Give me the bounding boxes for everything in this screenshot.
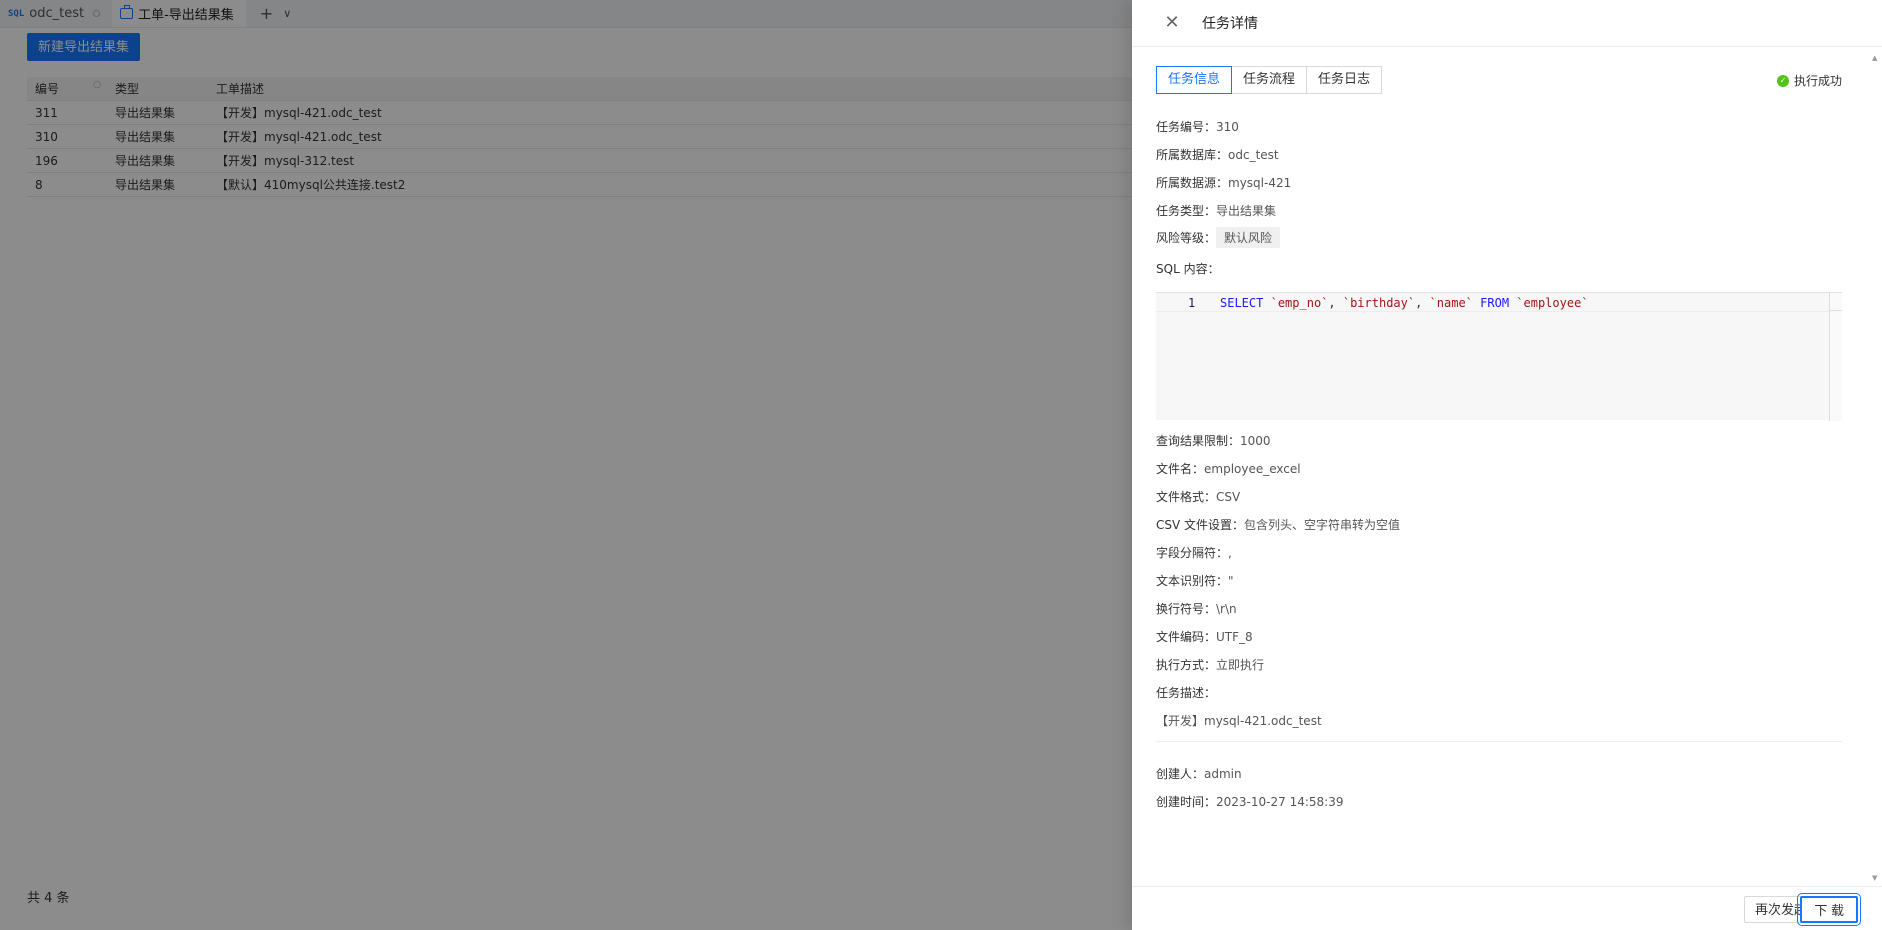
field-task-no: 任务编号：310	[1156, 120, 1239, 134]
field-creator: 创建人：admin	[1156, 767, 1242, 781]
sql-line: 1 SELECT `emp_no`, `birthday`, `name` FR…	[1156, 293, 1830, 312]
drawer-title: 任务详情	[1202, 16, 1258, 32]
tab-task-flow[interactable]: 任务流程	[1231, 66, 1308, 94]
field-exec-mode: 执行方式：立即执行	[1156, 658, 1265, 672]
sql-editor[interactable]: 1 SELECT `emp_no`, `birthday`, `name` FR…	[1156, 292, 1842, 421]
scroll-down-icon[interactable]: ▼	[1872, 874, 1877, 882]
tab-task-info[interactable]: 任务信息	[1156, 66, 1233, 94]
check-circle-icon: ✓	[1776, 74, 1789, 87]
drawer-header: ✕ 任务详情	[1132, 0, 1882, 47]
scroll-up-icon[interactable]: ▲	[1872, 54, 1877, 62]
status-badge: ✓ 执行成功	[1776, 72, 1842, 89]
field-task-type: 任务类型：导出结果集	[1156, 204, 1277, 218]
close-icon[interactable]: ✕	[1162, 14, 1182, 32]
field-limit: 查询结果限制：1000	[1156, 434, 1271, 448]
drawer-scrollbar[interactable]: ▲ ▼	[1870, 48, 1882, 884]
detail-tabs: 任务信息 任务流程 任务日志	[1156, 66, 1842, 94]
tab-task-log[interactable]: 任务日志	[1306, 66, 1383, 94]
status-text: 执行成功	[1793, 74, 1842, 88]
download-button[interactable]: 下 载	[1797, 893, 1861, 926]
sql-code: SELECT `emp_no`, `birthday`, `name` FROM…	[1220, 296, 1589, 310]
field-sql-label: SQL 内容：	[1156, 262, 1220, 276]
field-format: 文件格式：CSV	[1156, 490, 1241, 504]
field-encoding: 文件编码：UTF_8	[1156, 630, 1253, 644]
divider	[1156, 741, 1842, 742]
field-desc-label: 任务描述：	[1156, 686, 1217, 700]
risk-tag: 默认风险	[1216, 227, 1281, 248]
field-desc-value: 【开发】mysql-421.odc_test	[1156, 714, 1322, 728]
drawer-body: 任务信息 任务流程 任务日志 ✓ 执行成功 任务编号：310 所属数据库：odc…	[1156, 66, 1842, 809]
field-risk-level: 风险等级： 默认风险	[1156, 227, 1281, 248]
field-database: 所属数据库：odc_test	[1156, 148, 1279, 162]
drawer-footer: 再次发起 下 载	[1132, 886, 1882, 930]
field-datasource: 所属数据源：mysql-421	[1156, 176, 1292, 190]
field-text-qualifier: 文本识别符："	[1156, 574, 1234, 588]
field-csv-settings: CSV 文件设置：包含列头、空字符串转为空值	[1156, 518, 1401, 532]
field-line-separator: 换行符号：\r\n	[1156, 602, 1237, 616]
modal-mask[interactable]	[0, 0, 1132, 930]
field-filename: 文件名：employee_excel	[1156, 462, 1301, 476]
field-created-at: 创建时间：2023-10-27 14:58:39	[1156, 795, 1344, 809]
field-separator: 字段分隔符：,	[1156, 546, 1232, 560]
task-detail-drawer: ✕ 任务详情 任务信息 任务流程 任务日志 ✓ 执行成功 任务编号：310 所属…	[1132, 0, 1882, 930]
line-number: 1	[1188, 296, 1196, 310]
sql-scrollbar[interactable]	[1829, 293, 1842, 421]
